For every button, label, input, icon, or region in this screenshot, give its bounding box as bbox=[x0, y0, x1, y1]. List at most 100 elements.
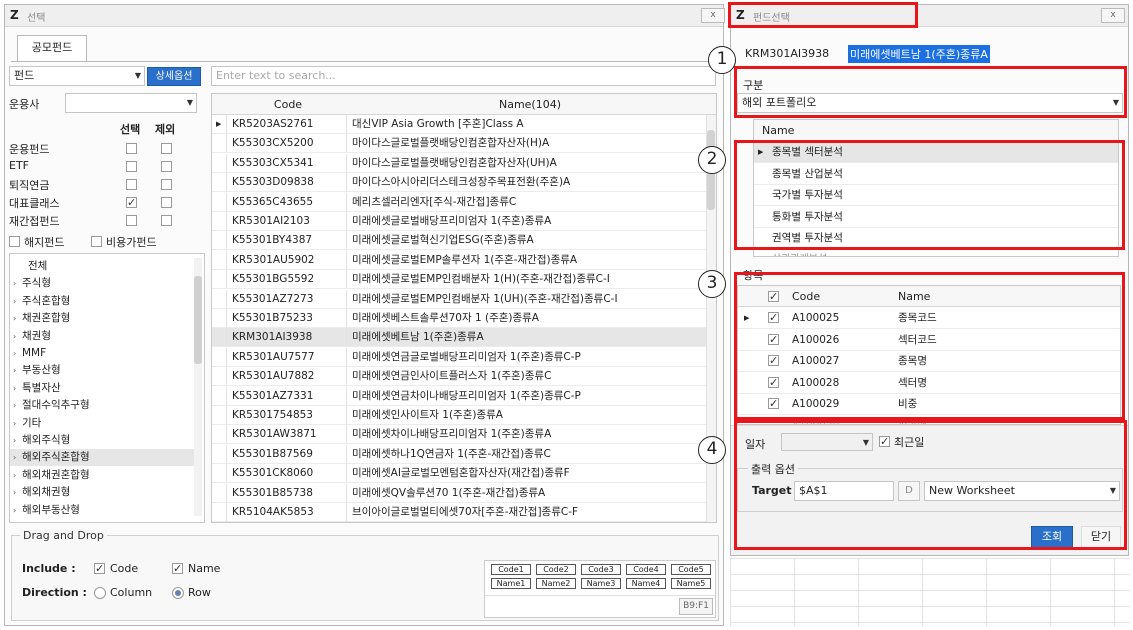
close-dialog-button[interactable]: 닫기 bbox=[1081, 526, 1121, 548]
filter-select-checkbox[interactable] bbox=[126, 143, 137, 154]
table-row[interactable]: K55303CX5341 마이다스글로벌플랫배당인컴혼합자산자(UH)A bbox=[212, 153, 716, 173]
latest-date-checkbox[interactable]: ✓ bbox=[879, 436, 890, 447]
target-input[interactable]: $A$1 bbox=[794, 481, 894, 501]
tree-item[interactable]: › 절대수익추구형 bbox=[10, 397, 194, 414]
item-row[interactable]: ✓ A100027 종목명 bbox=[738, 351, 1120, 372]
grid-header: Code Name(104) bbox=[212, 94, 716, 115]
filter-select-checkbox[interactable] bbox=[126, 179, 137, 190]
table-row[interactable]: KRM301AI3938 미래에셋베트남 1(주혼)종류A bbox=[212, 328, 716, 348]
item-checkbox[interactable]: ✓ bbox=[768, 333, 779, 345]
row-code: K55301B85738 bbox=[232, 486, 313, 499]
target-pick-button[interactable]: D bbox=[898, 481, 920, 501]
table-row[interactable]: K55301B85738 미래에셋QV솔루션70 1(주혼-재간접)종류A bbox=[212, 483, 716, 503]
table-row[interactable]: ▶ KR5203AS2761 대신VIP Asia Growth [주혼]Class… bbox=[212, 115, 716, 134]
table-row[interactable]: KR5301AU5902 미래에셋글로벌EMP솔루션자 1(주혼-재간접)종류A bbox=[212, 250, 716, 270]
left-close-button[interactable]: x bbox=[701, 8, 725, 23]
table-row[interactable]: K55301AZ7331 미래에셋연금차이나배당프리미엄자 1(주혼)종류C-P bbox=[212, 386, 716, 406]
tree-item[interactable]: › 특별자산 bbox=[10, 380, 194, 397]
analysis-item[interactable]: 국가별 투자분석 bbox=[754, 185, 1118, 206]
items-col-code[interactable]: Code bbox=[792, 286, 892, 307]
table-row[interactable]: KR5301AI2103 미래에셋글로벌배당프리미엄자 1(주혼)종류A bbox=[212, 212, 716, 231]
filter-exclude-checkbox[interactable] bbox=[161, 179, 172, 190]
include-name-checkbox[interactable]: ✓ bbox=[172, 563, 183, 574]
fund-type-dropdown[interactable]: 펀드 ▼ bbox=[9, 66, 145, 86]
table-row[interactable]: K55301CK8060 미래에셋AI글로벌모멘텀혼합자산자(재간접)종류F bbox=[212, 464, 716, 484]
filter-select-checkbox[interactable] bbox=[126, 161, 137, 172]
query-button[interactable]: 조회 bbox=[1031, 526, 1073, 548]
filter-select-checkbox[interactable] bbox=[126, 215, 137, 226]
table-row[interactable]: KR5301AU7882 미래에셋연금인사이트플러스자 1(주혼)종류C bbox=[212, 367, 716, 387]
analysis-item[interactable]: ▶ 종목별 섹터분석 bbox=[754, 142, 1118, 163]
direction-column-radio[interactable] bbox=[94, 587, 106, 599]
grid-col-code[interactable]: Code bbox=[228, 94, 348, 115]
include-code-checkbox[interactable]: ✓ bbox=[94, 563, 105, 574]
table-row[interactable]: K55301BY4387 미래에셋글로벌혁신기업ESG(주혼)종류A bbox=[212, 231, 716, 251]
tree-item[interactable]: › 채권형 bbox=[10, 328, 194, 345]
filter-select-checkbox[interactable]: ✓ bbox=[126, 197, 137, 208]
search-input[interactable]: Enter text to search... bbox=[211, 66, 716, 86]
table-row[interactable]: K55301B87569 미래에셋하나1Q연금자 1(주혼-재간접)종류C bbox=[212, 444, 716, 464]
item-row[interactable]: ▶ ✓ A100025 종목코드 bbox=[738, 308, 1120, 329]
filter-exclude-checkbox[interactable] bbox=[161, 197, 172, 208]
detail-options-button[interactable]: 상세옵션 bbox=[147, 67, 201, 86]
item-row[interactable]: ✓ A100026 섹터코드 bbox=[738, 330, 1120, 351]
item-checkbox[interactable]: ✓ bbox=[768, 376, 779, 388]
filter-exclude-checkbox[interactable] bbox=[161, 215, 172, 226]
table-row[interactable]: KR5301AU7577 미래에셋연금글로벌배당프리미엄자 1(주혼)종류C-P bbox=[212, 347, 716, 367]
tree-item[interactable]: › 해외주식혼합형 bbox=[10, 449, 194, 467]
tree-item[interactable]: › 부동산형 bbox=[10, 362, 194, 379]
table-row[interactable]: K55303CX5200 마이다스글로벌플랫배당인컴혼합자산자(H)A bbox=[212, 134, 716, 154]
table-row[interactable]: K55301BG5592 미래에셋글로벌EMP인컴배분자 1(H)(주혼-재간접)… bbox=[212, 270, 716, 290]
tree-item[interactable]: › 주식혼합형 bbox=[10, 293, 194, 310]
item-code: A100026 bbox=[792, 333, 840, 346]
tree-scroll-thumb[interactable] bbox=[194, 276, 202, 364]
analysis-item[interactable]: 종목별 산업분석 bbox=[754, 164, 1118, 185]
tree-item[interactable]: › MMF bbox=[10, 345, 194, 362]
tab-public-funds[interactable]: 공모펀드 bbox=[17, 35, 87, 61]
table-row[interactable]: K55365C43655 메리츠셀러리엔자[주식-재간접]종류C bbox=[212, 192, 716, 212]
tree-item[interactable]: › 채권혼합형 bbox=[10, 310, 194, 327]
analysis-item[interactable]: 통화별 투자분석 bbox=[754, 207, 1118, 228]
overseas-fund-checkbox[interactable] bbox=[9, 236, 20, 247]
category-dropdown[interactable]: 해외 포트폴리오 ▼ bbox=[737, 93, 1123, 113]
tree-item[interactable]: › 해외채권형 bbox=[10, 484, 194, 501]
tree-item[interactable]: › 해외채권혼합형 bbox=[10, 467, 194, 484]
item-row-partial[interactable]: A100030 평가액 bbox=[738, 416, 1120, 425]
item-checkbox[interactable]: ✓ bbox=[768, 312, 779, 323]
sheet-dropdown[interactable]: New Worksheet ▼ bbox=[924, 481, 1120, 501]
col-divider bbox=[346, 134, 347, 154]
item-row[interactable]: ✓ A100028 섹터명 bbox=[738, 373, 1120, 394]
filter-exclude-checkbox[interactable] bbox=[161, 161, 172, 172]
tree-item[interactable]: › 해외부동산형 bbox=[10, 502, 194, 519]
table-row[interactable]: KR5104AK5853 브이아이글로벌멀티에셋70자[주혼-재간접]종류C-F bbox=[212, 503, 716, 522]
item-row[interactable]: ✓ A100029 비중 bbox=[738, 394, 1120, 415]
table-row[interactable]: KR5301AW3871 미래에셋차이나배당프리미엄자 1(주혼)종류A bbox=[212, 425, 716, 445]
item-checkbox[interactable]: ✓ bbox=[768, 355, 779, 366]
items-col-name[interactable]: Name bbox=[898, 286, 998, 307]
table-row[interactable]: K55303D09838 마이다스아시아리더스테크성장주목표전환(주혼)A bbox=[212, 173, 716, 193]
items-select-all-checkbox[interactable]: ✓ bbox=[768, 291, 779, 302]
direction-row-radio[interactable] bbox=[172, 587, 184, 599]
col-divider bbox=[346, 367, 347, 387]
col-divider bbox=[226, 153, 227, 173]
analysis-col-name[interactable]: Name bbox=[762, 120, 962, 141]
table-row[interactable]: K55301B75233 미래에셋베스트솔루션70자 1 (주혼)종류A bbox=[212, 309, 716, 328]
analysis-item[interactable]: 권역별 투자분석 bbox=[754, 228, 1118, 249]
nonprofit-fund-checkbox[interactable] bbox=[91, 236, 102, 247]
tree-item[interactable]: › 기타 bbox=[10, 415, 194, 432]
tree-item[interactable]: › 해외주식형 bbox=[10, 432, 194, 449]
item-name: 섹터코드 bbox=[898, 333, 937, 346]
filter-exclude-checkbox[interactable] bbox=[161, 143, 172, 154]
table-row[interactable]: K55301AZ7273 미래에셋글로벌EMP인컴배분자 1(UH)(주혼-재간접… bbox=[212, 289, 716, 309]
table-row[interactable]: KR5301754853 미래에셋인사이트자 1(주혼)종류A bbox=[212, 406, 716, 425]
item-checkbox[interactable]: ✓ bbox=[768, 398, 779, 409]
right-close-button[interactable]: x bbox=[1101, 8, 1125, 23]
target-value: $A$1 bbox=[799, 484, 828, 497]
grid-col-name[interactable]: Name(104) bbox=[350, 94, 710, 115]
tree-item[interactable]: 전체 bbox=[10, 258, 194, 275]
date-input[interactable]: ▼ bbox=[781, 433, 873, 451]
manager-dropdown[interactable]: ▼ bbox=[65, 93, 197, 113]
col-divider bbox=[346, 309, 347, 328]
item-name: 종목명 bbox=[898, 355, 927, 367]
tree-item[interactable]: › 주식형 bbox=[10, 275, 194, 292]
